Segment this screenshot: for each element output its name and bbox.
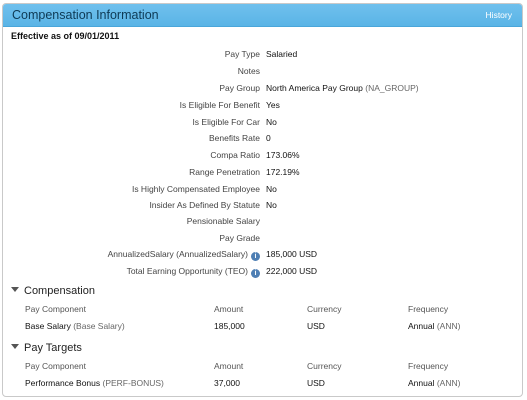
- info-icon[interactable]: i: [251, 252, 260, 261]
- field-value: 185,000 USD: [266, 249, 318, 259]
- field-pay-grade: Pay Grade: [3, 233, 522, 247]
- col-header-currency: Currency: [307, 361, 342, 371]
- field-label: Compa Ratio: [210, 150, 260, 160]
- history-link[interactable]: History: [486, 10, 512, 20]
- field-highly-compensated: Is Highly Compensated Employee No: [3, 184, 522, 198]
- section-title: Pay Targets: [24, 342, 82, 354]
- info-icon[interactable]: i: [251, 269, 260, 278]
- field-label: Is Eligible For Car: [192, 117, 260, 127]
- field-value: 172.19%: [266, 167, 300, 177]
- field-value: 173.06%: [266, 150, 300, 160]
- field-label: Pay Group: [219, 83, 260, 93]
- label-main: AnnualizedSalary: [107, 249, 174, 259]
- field-notes: Notes: [3, 66, 522, 80]
- field-label: AnnualizedSalary (AnnualizedSalary) i: [108, 249, 260, 261]
- pay-component-cell: Base Salary (Base Salary): [25, 321, 125, 331]
- pay-group-code: (NA_GROUP): [365, 83, 419, 93]
- field-label: Notes: [237, 66, 260, 76]
- label-code: (TEO): [224, 266, 248, 276]
- panel-header: Compensation Information History: [3, 4, 522, 27]
- compensation-section-toggle[interactable]: Compensation: [11, 285, 95, 297]
- col-header-amount: Amount: [214, 304, 244, 314]
- field-label: Pay Grade: [219, 233, 260, 243]
- col-header-pay-component: Pay Component: [25, 361, 86, 371]
- field-pensionable-salary: Pensionable Salary: [3, 216, 522, 230]
- field-value: No: [266, 117, 277, 127]
- field-benefits-rate: Benefits Rate 0: [3, 133, 522, 147]
- frequency-cell: Annual (ANN): [408, 378, 460, 388]
- col-header-amount: Amount: [214, 361, 244, 371]
- pay-targets-section-toggle[interactable]: Pay Targets: [11, 342, 82, 354]
- field-total-earning-opportunity: Total Earning Opportunity (TEO) i 222,000…: [3, 266, 522, 280]
- frequency-code: (ANN): [436, 321, 461, 331]
- field-value: North America Pay Group (NA_GROUP): [266, 83, 419, 93]
- triangle-down-icon: [11, 344, 19, 349]
- col-header-frequency: Frequency: [408, 361, 449, 371]
- field-label: Pensionable Salary: [186, 216, 260, 226]
- currency-cell: USD: [307, 321, 325, 331]
- field-eligible-car: Is Eligible For Car No: [3, 117, 522, 131]
- field-value: 222,000 USD: [266, 266, 318, 276]
- amount-cell: 37,000: [214, 378, 240, 388]
- field-label: Total Earning Opportunity (TEO) i: [127, 266, 260, 278]
- panel-title: Compensation Information: [12, 8, 159, 22]
- field-annualized-salary: AnnualizedSalary (AnnualizedSalary) i 185…: [3, 249, 522, 263]
- field-eligible-benefit: Is Eligible For Benefit Yes: [3, 100, 522, 114]
- field-label: Is Highly Compensated Employee: [131, 184, 260, 194]
- field-insider: Insider As Defined By Statute No: [3, 200, 522, 214]
- col-header-frequency: Frequency: [408, 304, 449, 314]
- component-code: (PERF-BONUS): [102, 378, 164, 388]
- field-label: Insider As Defined By Statute: [149, 200, 260, 210]
- field-pay-group: Pay Group North America Pay Group (NA_GR…: [3, 83, 522, 97]
- amount-cell: 185,000: [214, 321, 245, 331]
- compensation-panel: Compensation Information History Effecti…: [2, 3, 523, 397]
- field-compa-ratio: Compa Ratio 173.06%: [3, 150, 522, 164]
- field-label: Range Penetration: [189, 167, 260, 177]
- field-value: 0: [266, 133, 271, 143]
- effective-date: Effective as of 09/01/2011: [11, 31, 120, 41]
- label-main: Total Earning Opportunity: [126, 266, 223, 276]
- col-header-pay-component: Pay Component: [25, 304, 86, 314]
- currency-cell: USD: [307, 378, 325, 388]
- component-code: (Base Salary): [73, 321, 125, 331]
- pay-group-name: North America Pay Group: [266, 83, 363, 93]
- field-pay-type: Pay Type Salaried: [3, 49, 522, 63]
- component-name: Performance Bonus: [25, 378, 101, 388]
- field-value: Salaried: [266, 49, 298, 59]
- field-label: Benefits Rate: [208, 133, 260, 143]
- field-value: Yes: [266, 100, 280, 110]
- pay-component-cell: Performance Bonus (PERF-BONUS): [25, 378, 164, 388]
- col-header-currency: Currency: [307, 304, 342, 314]
- field-range-penetration: Range Penetration 172.19%: [3, 167, 522, 181]
- triangle-down-icon: [11, 287, 19, 292]
- section-title: Compensation: [24, 285, 95, 297]
- field-value: No: [266, 200, 277, 210]
- frequency-name: Annual: [408, 378, 435, 388]
- component-name: Base Salary: [25, 321, 71, 331]
- field-label: Is Eligible For Benefit: [179, 100, 260, 110]
- frequency-code: (ANN): [436, 378, 461, 388]
- label-code: (AnnualizedSalary): [176, 249, 248, 259]
- field-label: Pay Type: [224, 49, 260, 59]
- field-value: No: [266, 184, 277, 194]
- frequency-cell: Annual (ANN): [408, 321, 460, 331]
- frequency-name: Annual: [408, 321, 435, 331]
